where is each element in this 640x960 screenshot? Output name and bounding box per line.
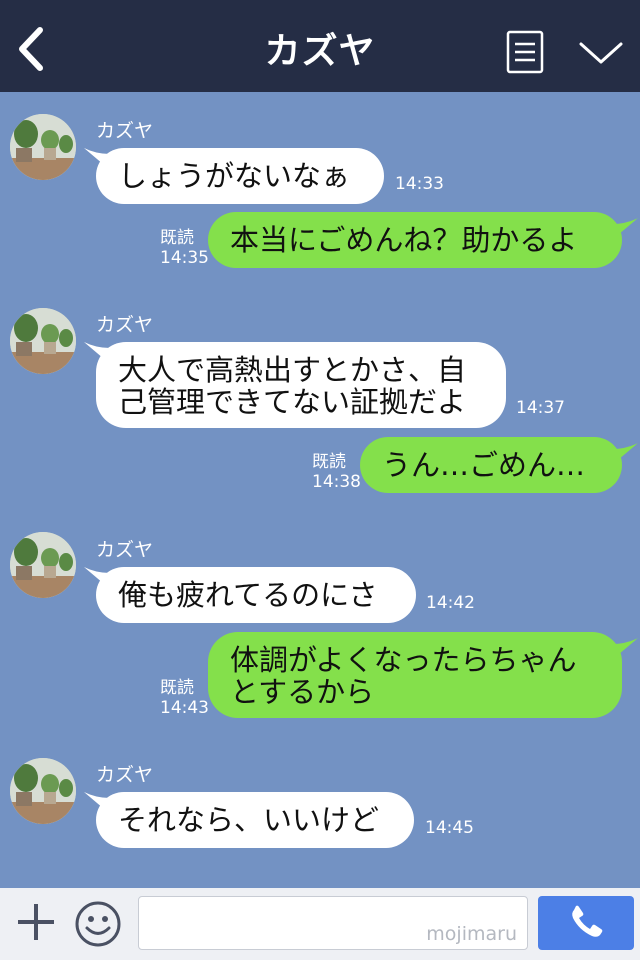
smile-icon[interactable] (74, 900, 122, 948)
message-bubble[interactable]: 本当にごめんね？助かるよ (208, 212, 622, 268)
read-receipt: 既読 (160, 228, 194, 248)
message-bubble[interactable]: 大人で高熱出すとかさ、自 己管理できてない証拠だよ (96, 342, 506, 428)
chat-log[interactable]: カズヤ しょうがないなぁ 14:33 既読 14:35 本当にごめんね？助かるよ… (0, 92, 640, 888)
message-bubble[interactable]: うん…ごめん… (360, 437, 622, 493)
read-receipt: 既読 (160, 678, 194, 698)
sender-name: カズヤ (96, 120, 154, 142)
message-line: 体調がよくなったらちゃん (230, 643, 577, 677)
phone-icon (572, 905, 603, 937)
message-time: 14:35 (160, 248, 209, 268)
message-bubble[interactable]: 体調がよくなったらちゃん とするから (208, 632, 622, 718)
bubble-tail (612, 218, 638, 240)
message-bubble[interactable]: それなら、いいけど (96, 792, 414, 848)
message-input-bar: mojimaru (0, 888, 640, 960)
chat-header: カズヤ (0, 0, 640, 92)
bubble-tail (612, 638, 638, 660)
chat-title: カズヤ (264, 31, 376, 72)
read-receipt: 既読 (312, 452, 346, 472)
message-bubble[interactable]: 俺も疲れてるのにさ (96, 567, 416, 623)
message-time: 14:43 (160, 698, 209, 718)
message-time: 14:33 (395, 174, 444, 194)
message-line: 大人で高熱出すとかさ、自 (118, 353, 467, 387)
message-line: とするから (230, 675, 375, 709)
call-button[interactable] (538, 896, 634, 950)
sender-name: カズヤ (96, 539, 154, 561)
sender-name: カズヤ (96, 314, 154, 336)
message-time: 14:37 (516, 398, 565, 418)
message-input[interactable]: mojimaru (138, 896, 528, 950)
avatar[interactable] (10, 532, 76, 598)
watermark-text: mojimaru (426, 923, 517, 945)
avatar[interactable] (10, 308, 76, 374)
message-time: 14:42 (426, 593, 475, 613)
chevron-down-icon[interactable] (578, 38, 624, 68)
message-bubble[interactable]: しょうがないなぁ (96, 148, 384, 204)
message-time: 14:45 (425, 818, 474, 838)
plus-icon[interactable] (14, 900, 58, 944)
bubble-tail (612, 443, 638, 465)
sender-name: カズヤ (96, 764, 154, 786)
message-line: 己管理できてない証拠だよ (118, 385, 467, 419)
avatar[interactable] (10, 114, 76, 180)
menu-lines-icon[interactable] (506, 30, 544, 74)
avatar[interactable] (10, 758, 76, 824)
message-time: 14:38 (312, 472, 361, 492)
